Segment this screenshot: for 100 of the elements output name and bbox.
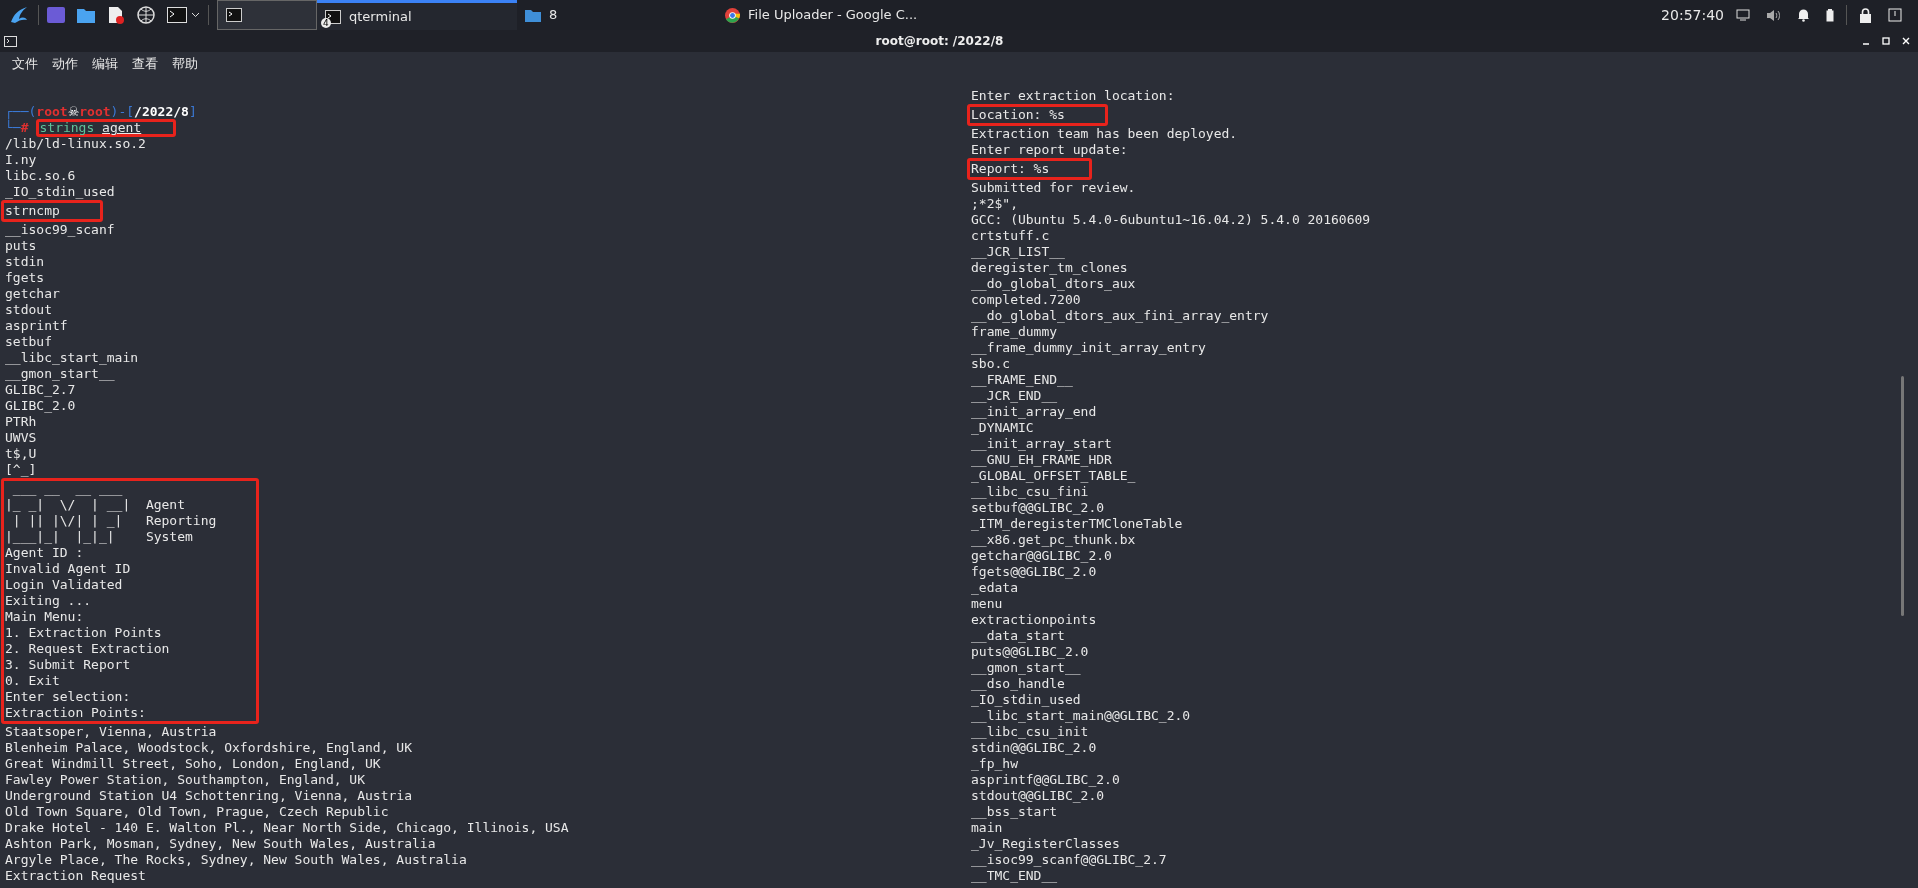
window-title: root@root: /2022/8: [874, 33, 1005, 50]
menu-item[interactable]: 编辑: [92, 54, 118, 74]
output-line: __libc_csu_fini: [971, 484, 1089, 500]
output-line: _IO_stdin_used: [971, 692, 1081, 708]
output-line: Agent ID :: [5, 545, 84, 561]
output-line: _edata: [971, 580, 1018, 596]
folder-icon[interactable]: [77, 7, 95, 23]
output-line: Staatsoper, Vienna, Austria: [5, 724, 217, 740]
output-line: puts@@GLIBC_2.0: [971, 644, 1089, 660]
menu-item[interactable]: 帮助: [172, 54, 198, 74]
output-line: Underground Station U4 Schottenring, Vienna, Austria: [5, 788, 412, 804]
terminal-icon: [325, 9, 341, 24]
output-line: sbo.c: [971, 356, 1011, 372]
output-line: |___|_| |_|_| System: [5, 529, 193, 545]
output-line: I.ny: [5, 152, 37, 168]
display-icon[interactable]: [1736, 9, 1750, 21]
skull-symbol: ☠: [67, 104, 80, 120]
menu-item[interactable]: 文件: [12, 54, 38, 74]
prompt-corner: └─: [5, 120, 21, 136]
window-count-badge: 4: [321, 17, 331, 28]
output-line: GLIBC_2.7: [5, 382, 76, 398]
output-line: ___ __ __ ___: [11, 481, 123, 497]
output-line: t$,U: [5, 446, 37, 462]
close-icon[interactable]: [1902, 37, 1910, 45]
chevron-down-icon[interactable]: [191, 12, 200, 18]
menu-item[interactable]: 查看: [132, 54, 158, 74]
terminal-icon: [226, 8, 242, 22]
prompt-bracket: )-[: [110, 104, 135, 120]
taskbar-window-button[interactable]: File Uploader - Google C...: [717, 0, 917, 30]
output-line: Extraction Request: [5, 868, 146, 884]
output-line: 0. Exit: [5, 673, 60, 689]
output-line: GCC: (Ubuntu 5.4.0-6ubuntu1~16.04.2) 5.4.0 20160609: [971, 212, 1371, 228]
output-line: __do_global_dtors_aux: [971, 276, 1136, 292]
output-line: __libc_csu_init: [971, 724, 1089, 740]
output-line: Drake Hotel - 140 E. Walton Pl., Near North Side, Chicago, Illinois, USA: [5, 820, 569, 836]
output-line: Great Windmill Street, Soho, London, England, UK: [5, 756, 381, 772]
output-line: _IO_stdin_used: [5, 184, 115, 200]
output-line: __x86.get_pc_thunk.bx: [971, 532, 1136, 548]
prompt-symbol: #: [20, 120, 29, 136]
output-line: strncmp: [5, 203, 60, 219]
volume-icon[interactable]: [1766, 8, 1781, 22]
output-line: stdout: [5, 302, 52, 318]
lock-icon[interactable]: [1859, 7, 1872, 23]
output-line: GLIBC_2.0: [5, 398, 76, 414]
output-line: Enter report update:: [971, 142, 1128, 158]
output-line: __isoc99_scanf@@GLIBC_2.7: [971, 852, 1167, 868]
output-line: __init_array_end: [971, 404, 1097, 420]
output-line: Login Validated: [5, 577, 123, 593]
output-line: fgets: [5, 270, 45, 286]
output-line: __TMC_END__: [971, 868, 1058, 884]
terminal-icon: [4, 35, 17, 47]
output-line: __FRAME_END__: [971, 372, 1073, 388]
output-line: __bss_start: [971, 804, 1058, 820]
taskbar-window-button[interactable]: 4 qterminal: [317, 0, 517, 30]
output-line: Submitted for review.: [971, 180, 1136, 196]
output-line: 2. Request Extraction: [5, 641, 170, 657]
output-line: _DYNAMIC: [971, 420, 1034, 436]
menu-item[interactable]: 动作: [52, 54, 78, 74]
prompt-bracket: ┌──(: [5, 104, 37, 120]
output-line: |_ _| \/ | __| Agent: [5, 497, 185, 513]
scrollbar[interactable]: [1901, 376, 1904, 616]
maximize-icon[interactable]: [1882, 37, 1890, 45]
output-line: 3. Submit Report: [5, 657, 131, 673]
output-line: libc.so.6: [5, 168, 76, 184]
output-line: __libc_start_main: [5, 350, 139, 366]
output-line: Argyle Place, The Rocks, Sydney, New South Wales, Australia: [5, 852, 467, 868]
taskbar-window-button[interactable]: [217, 0, 317, 30]
output-line: deregister_tm_clones: [971, 260, 1128, 276]
output-line: Fawley Power Station, Southampton, England, UK: [5, 772, 366, 788]
output-line: Extraction Points:: [5, 705, 146, 721]
output-line: menu: [971, 596, 1003, 612]
output-line: _Jv_RegisterClasses: [971, 836, 1120, 852]
output-line: [^_]: [5, 462, 37, 478]
output-line: Location: %s: [971, 107, 1065, 123]
prompt-directory: /2022/8: [134, 104, 189, 120]
document-icon[interactable]: [107, 6, 125, 24]
bell-icon[interactable]: [1797, 8, 1810, 22]
output-line: 1. Extraction Points: [5, 625, 162, 641]
output-line: __GNU_EH_FRAME_HDR: [971, 452, 1112, 468]
output-line: __JCR_END__: [971, 388, 1058, 404]
output-line: Enter extraction location:: [971, 88, 1175, 104]
output-line: __frame_dummy_init_array_entry: [971, 340, 1206, 356]
output-line: __data_start: [971, 628, 1065, 644]
prompt-host: root: [79, 104, 111, 120]
output-line: /lib/ld-linux.so.2: [5, 136, 146, 152]
taskbar-window-button[interactable]: 8: [517, 0, 717, 30]
output-line: setbuf@@GLIBC_2.0: [971, 500, 1105, 516]
output-line: extractionpoints: [971, 612, 1097, 628]
output-line: __gmon_start__: [5, 366, 115, 382]
output-line: _GLOBAL_OFFSET_TABLE_: [971, 468, 1136, 484]
output-line: Main Menu:: [5, 609, 84, 625]
prompt-bracket: ]: [188, 104, 197, 120]
output-line: asprintf@@GLIBC_2.0: [971, 772, 1120, 788]
output-line: completed.7200: [971, 292, 1081, 308]
battery-icon[interactable]: [1826, 8, 1834, 22]
power-icon[interactable]: [1888, 8, 1902, 22]
globe-icon[interactable]: [137, 6, 155, 24]
terminal-icon[interactable]: [167, 7, 187, 23]
output-line: __do_global_dtors_aux_fini_array_entry: [971, 308, 1269, 324]
output-line: Blenheim Palace, Woodstock, Oxfordshire, England, UK: [5, 740, 412, 756]
